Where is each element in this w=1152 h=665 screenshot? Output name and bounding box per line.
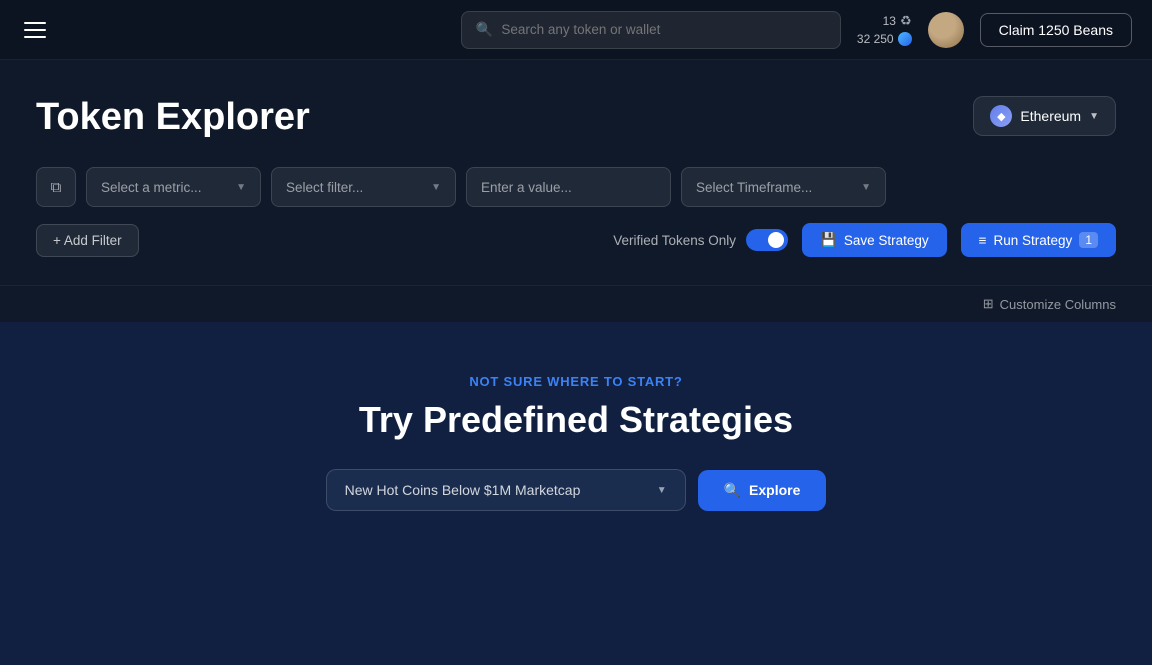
search-icon: 🔍 — [476, 21, 493, 38]
customize-icon: ⊞ — [983, 296, 994, 312]
timeframe-placeholder: Select Timeframe... — [696, 180, 812, 195]
filters-row: ⧉ Select a metric... ▼ Select filter... … — [36, 167, 1116, 207]
beans-value: 32 250 — [857, 30, 894, 48]
save-icon: 💾 — [820, 232, 837, 248]
network-selector[interactable]: ◆ Ethereum ▼ — [973, 96, 1116, 136]
chevron-down-icon: ▼ — [431, 182, 441, 193]
network-label: Ethereum — [1020, 108, 1081, 124]
verified-tokens-toggle-wrap: Verified Tokens Only — [613, 229, 788, 251]
chevron-down-icon: ▼ — [861, 182, 871, 193]
predefined-dropdown-value: New Hot Coins Below $1M Marketcap — [345, 482, 581, 498]
page-title: Token Explorer — [36, 96, 1116, 139]
claim-beans-button[interactable]: Claim 1250 Beans — [980, 13, 1132, 47]
customize-columns-row: ⊞ Customize Columns — [0, 285, 1152, 322]
sliders-icon: ⧉ — [51, 179, 62, 196]
hamburger-menu[interactable] — [20, 18, 50, 42]
save-strategy-label: Save Strategy — [844, 233, 929, 248]
filter-icon-button[interactable]: ⧉ — [36, 167, 76, 207]
customize-columns-button[interactable]: ⊞ Customize Columns — [983, 296, 1116, 312]
explore-button[interactable]: 🔍 Explore — [698, 470, 827, 511]
topnav: 🔍 13 ♻ 32 250 Claim 1250 Beans — [0, 0, 1152, 60]
filter-run-icon: ≡ — [979, 233, 987, 248]
leaf-icon: ♻ — [900, 11, 912, 31]
nav-stats: 13 ♻ 32 250 — [857, 11, 912, 49]
predefined-eyebrow: NOT SURE WHERE TO START? — [469, 374, 682, 389]
main-upper-section: Token Explorer ◆ Ethereum ▼ ⧉ Select a m… — [0, 60, 1152, 285]
predefined-select-row: New Hot Coins Below $1M Marketcap ▼ 🔍 Ex… — [326, 469, 827, 511]
customize-columns-label: Customize Columns — [1000, 297, 1116, 312]
chevron-down-icon: ▼ — [236, 182, 246, 193]
chevron-down-icon: ▼ — [657, 485, 667, 496]
explore-label: Explore — [749, 482, 800, 498]
predefined-strategy-dropdown[interactable]: New Hot Coins Below $1M Marketcap ▼ — [326, 469, 686, 511]
run-strategy-label: Run Strategy — [994, 233, 1073, 248]
count-value: 13 — [883, 12, 896, 30]
avatar-image — [928, 12, 964, 48]
verified-toggle-label: Verified Tokens Only — [613, 233, 736, 248]
value-input[interactable]: Enter a value... — [466, 167, 671, 207]
metric-select[interactable]: Select a metric... ▼ — [86, 167, 261, 207]
main-lower-section: NOT SURE WHERE TO START? Try Predefined … — [0, 322, 1152, 665]
filter-select[interactable]: Select filter... ▼ — [271, 167, 456, 207]
value-placeholder: Enter a value... — [481, 180, 572, 195]
explore-icon: 🔍 — [724, 482, 741, 499]
save-strategy-button[interactable]: 💾 Save Strategy — [802, 223, 947, 257]
verified-toggle[interactable] — [746, 229, 788, 251]
metric-placeholder: Select a metric... — [101, 180, 202, 195]
toggle-thumb — [768, 232, 784, 248]
timeframe-select[interactable]: Select Timeframe... ▼ — [681, 167, 886, 207]
run-strategy-button[interactable]: ≡ Run Strategy 1 — [961, 223, 1116, 257]
filter-placeholder: Select filter... — [286, 180, 363, 195]
chevron-down-icon: ▼ — [1089, 111, 1099, 122]
actions-row: + Add Filter Verified Tokens Only 💾 Save… — [36, 223, 1116, 257]
search-bar[interactable]: 🔍 — [461, 11, 841, 49]
predefined-title: Try Predefined Strategies — [359, 399, 793, 441]
avatar[interactable] — [928, 12, 964, 48]
run-strategy-badge: 1 — [1079, 232, 1098, 248]
bean-icon — [898, 32, 912, 46]
add-filter-button[interactable]: + Add Filter — [36, 224, 139, 257]
eth-icon: ◆ — [990, 105, 1012, 127]
search-input[interactable] — [501, 22, 826, 37]
